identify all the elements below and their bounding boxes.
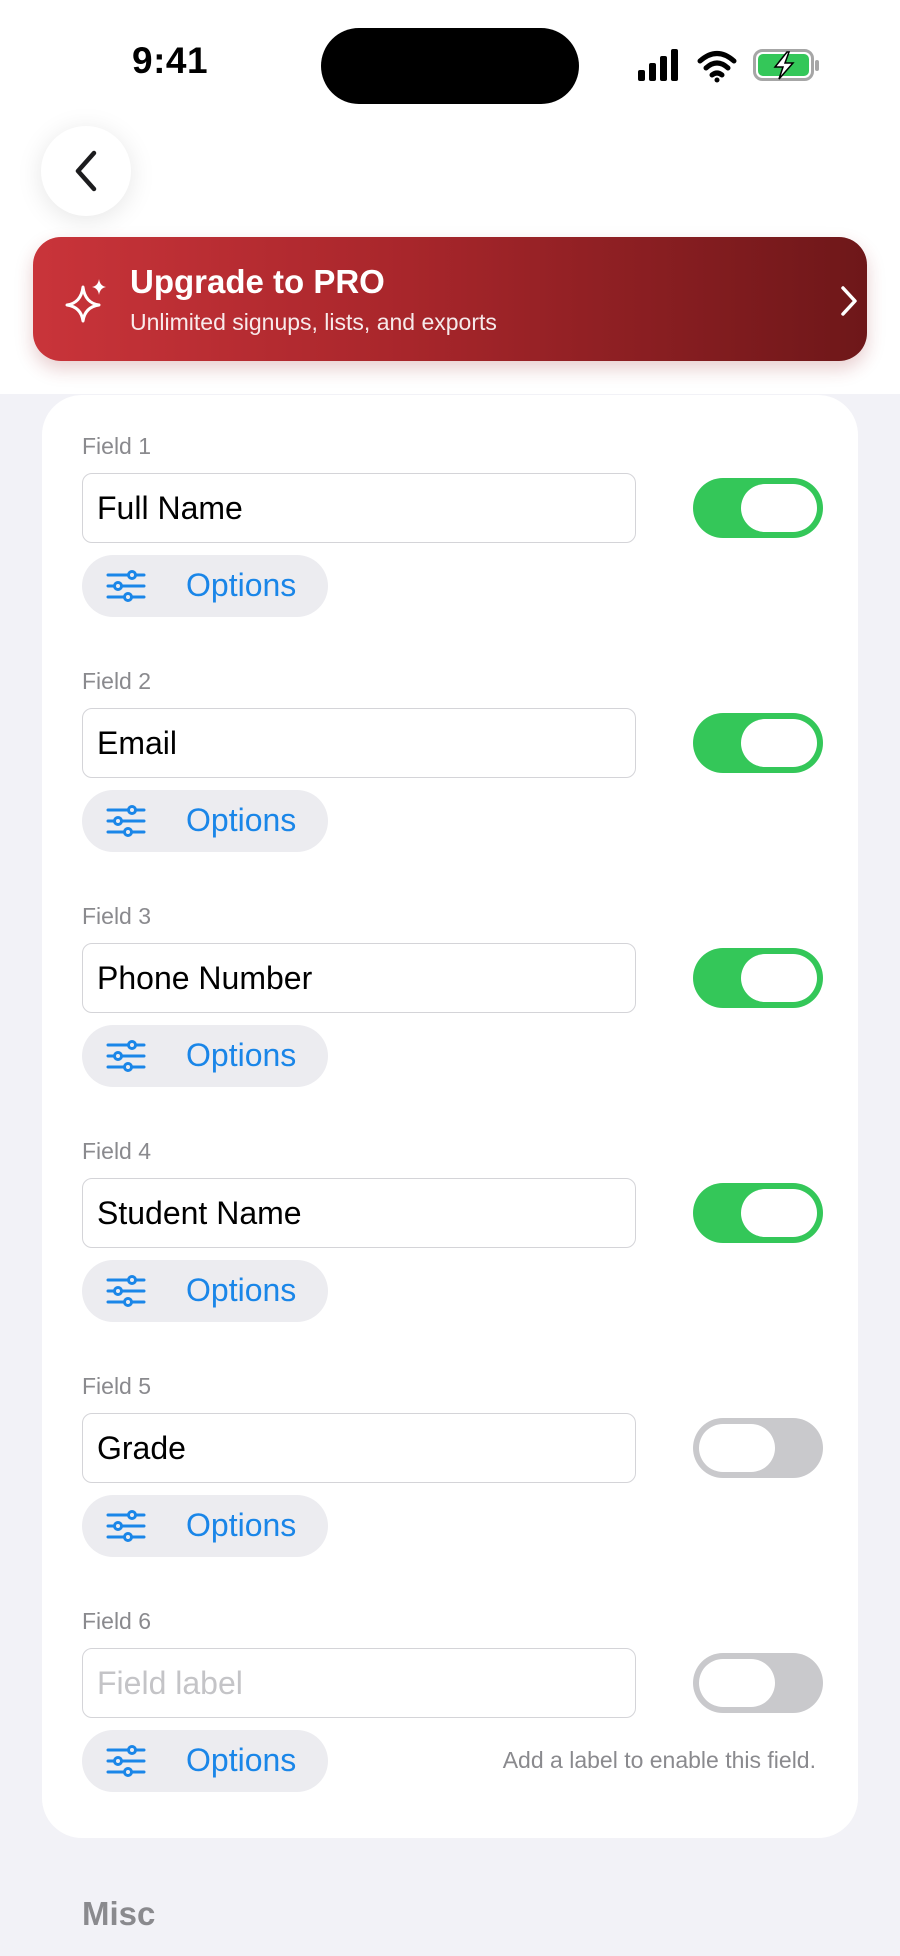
fields-card: Field 1 Options Field 2 Options [42, 395, 858, 1838]
options-label: Options [186, 1507, 297, 1543]
field-enabled-toggle[interactable] [693, 1418, 823, 1478]
options-button[interactable]: Options [82, 1260, 328, 1322]
upgrade-to-pro-banner[interactable]: Upgrade to PRO Unlimited signups, lists,… [33, 237, 867, 361]
field-label-input[interactable] [82, 1648, 636, 1718]
options-button[interactable]: Options [82, 790, 328, 852]
options-label: Options [186, 1272, 297, 1308]
field-title: Field 3 [82, 903, 152, 929]
wifi-icon [697, 51, 737, 83]
back-button[interactable] [41, 126, 131, 216]
field-title: Field 2 [82, 668, 152, 694]
options-label: Options [186, 802, 297, 838]
toggle-knob [741, 484, 817, 532]
field-enabled-toggle[interactable] [693, 948, 823, 1008]
banner-subtitle: Unlimited signups, lists, and exports [130, 309, 497, 335]
toggle-knob [699, 1424, 775, 1472]
toggle-knob [741, 1189, 817, 1237]
toggle-knob [741, 954, 817, 1002]
options-label: Options [186, 1742, 297, 1778]
field-3: Field 3 Options [42, 903, 858, 1103]
options-button[interactable]: Options [82, 555, 328, 617]
banner-title: Upgrade to PRO [130, 263, 385, 300]
status-time: 9:41 [132, 40, 209, 81]
field-5: Field 5 Options [42, 1373, 858, 1573]
field-hint: Add a label to enable this field. [502, 1747, 816, 1773]
field-2: Field 2 Options [42, 668, 858, 868]
sliders-icon [106, 1040, 146, 1072]
cellular-signal-icon [638, 49, 678, 81]
field-title: Field 1 [82, 433, 152, 459]
chevron-left-icon [75, 150, 97, 192]
field-title: Field 4 [82, 1138, 152, 1164]
field-label-input[interactable] [82, 1178, 636, 1248]
field-enabled-toggle[interactable] [693, 478, 823, 538]
field-enabled-toggle[interactable] [693, 713, 823, 773]
field-title: Field 5 [82, 1373, 152, 1399]
dynamic-island [321, 28, 579, 104]
field-title: Field 6 [82, 1608, 152, 1634]
status-icons [638, 49, 819, 83]
field-4: Field 4 Options [42, 1138, 858, 1338]
sliders-icon [106, 805, 146, 837]
field-enabled-toggle[interactable] [693, 1653, 823, 1713]
toggle-knob [741, 719, 817, 767]
sliders-icon [106, 1275, 146, 1307]
options-button[interactable]: Options [82, 1495, 328, 1557]
sliders-icon [106, 1510, 146, 1542]
field-1: Field 1 Options [42, 433, 858, 633]
field-6: Field 6 Options Add a label to enable th… [42, 1608, 858, 1808]
battery-charging-icon [753, 49, 819, 81]
toggle-knob [699, 1659, 775, 1707]
sparkles-icon [65, 279, 106, 323]
sliders-icon [106, 570, 146, 602]
options-label: Options [186, 1037, 297, 1073]
sliders-icon [106, 1745, 146, 1777]
options-button[interactable]: Options [82, 1025, 328, 1087]
field-enabled-toggle[interactable] [693, 1183, 823, 1243]
field-label-input[interactable] [82, 473, 636, 543]
chevron-right-icon [841, 286, 857, 316]
misc-section-header: Misc [82, 1895, 156, 1932]
options-button[interactable]: Options [82, 1730, 328, 1792]
field-label-input[interactable] [82, 708, 636, 778]
field-label-input[interactable] [82, 1413, 636, 1483]
options-label: Options [186, 567, 297, 603]
field-label-input[interactable] [82, 943, 636, 1013]
